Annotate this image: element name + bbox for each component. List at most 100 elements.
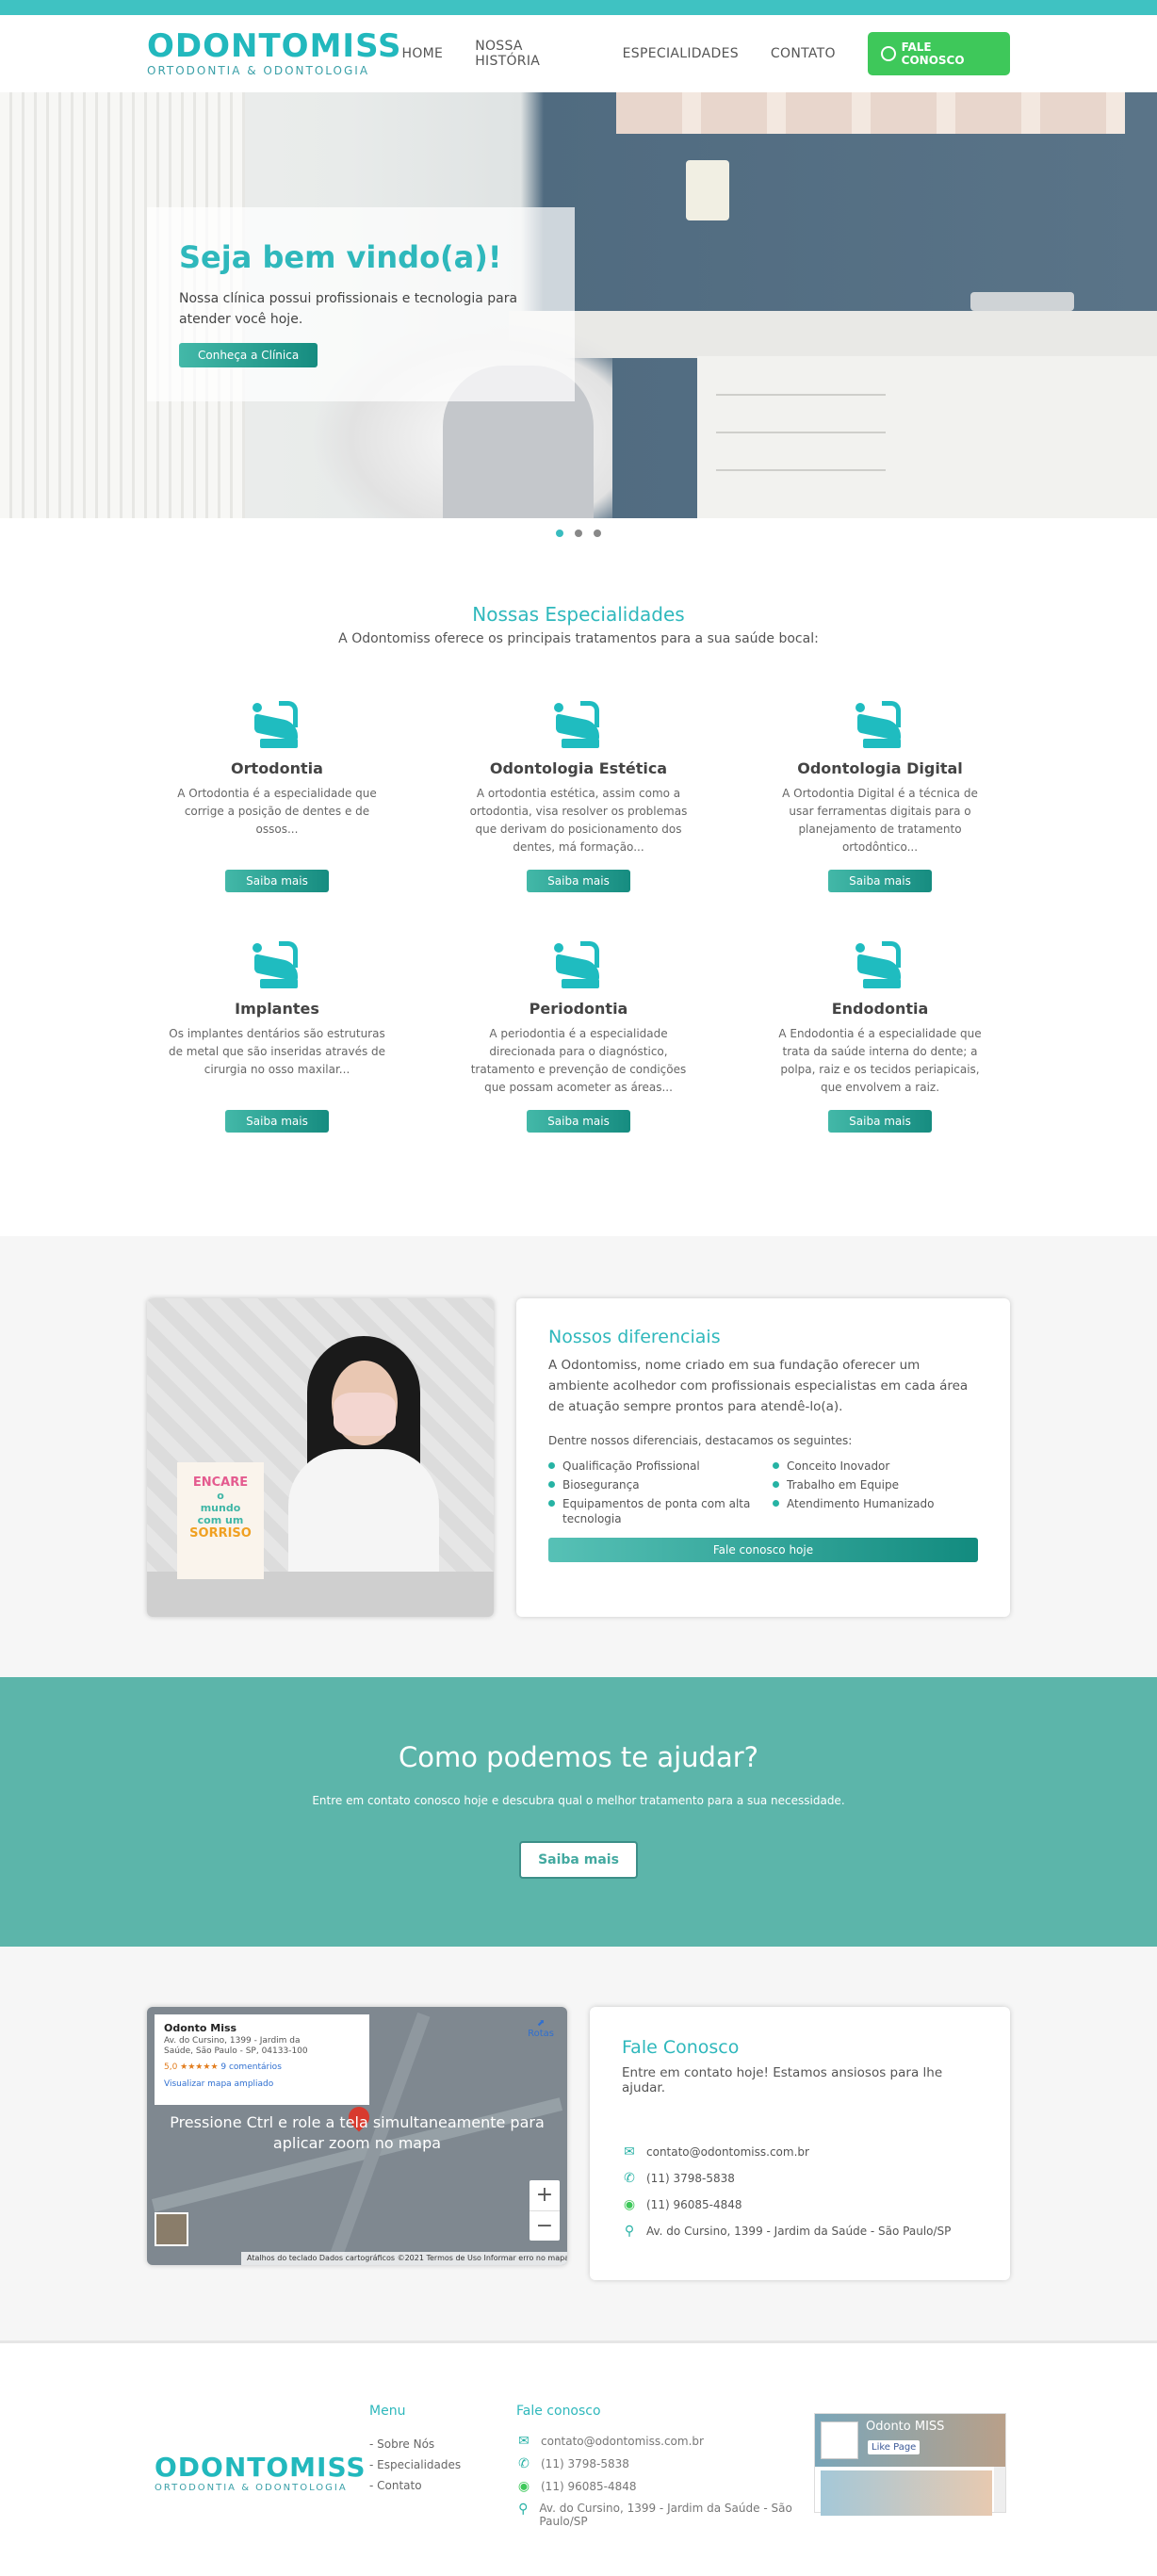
specialty-text: Os implantes dentários são estruturas de…: [168, 1027, 386, 1076]
hero-button[interactable]: Conheça a Clínica: [179, 343, 318, 367]
map-attribution: Atalhos do teclado Dados cartográficos ©…: [241, 2252, 567, 2265]
contact-phone[interactable]: ✆ (11) 3798-5838: [622, 2171, 978, 2186]
dental-chair-icon: [854, 939, 906, 992]
differentials-title: Nossos diferenciais: [548, 1327, 721, 1347]
specialty-title: Odontologia Estética: [489, 759, 668, 777]
facebook-like-button[interactable]: Like Page: [868, 2440, 921, 2454]
specialty-more-button[interactable]: Saiba mais: [527, 1110, 630, 1133]
contact-card: Fale Conosco Entre em contato hoje! Esta…: [590, 2007, 1010, 2280]
footer-whatsapp[interactable]: ◉ (11) 96085-4848: [516, 2479, 814, 2494]
map-place-name: Odonto Miss: [164, 2022, 237, 2034]
facebook-widget-scrollbar[interactable]: [994, 2467, 1005, 2512]
specialty-title: Odontologia Digital: [797, 759, 963, 777]
specialty-card: Ortodontia A Ortodontia é a especialidad…: [136, 699, 418, 892]
slider-dot[interactable]: [556, 530, 563, 537]
dental-chair-icon: [251, 699, 303, 752]
footer-address-text: Av. do Cursino, 1399 - Jardim da Saúde -…: [539, 2502, 792, 2528]
hero-text: Nossa clínica possui profissionais e tec…: [179, 291, 518, 327]
list-item-label: Conceito Inovador: [787, 1459, 890, 1473]
specialty-text: A Endodontia é a especialidade que trata…: [778, 1027, 982, 1094]
specialty-text: A Ortodontia Digital é a técnica de usar…: [782, 787, 978, 854]
map-zoom-hint: Pressione Ctrl e role a tela simultaneam…: [170, 2113, 545, 2152]
slider-dot[interactable]: [575, 530, 582, 537]
footer-link-about[interactable]: - Sobre Nós: [369, 2434, 516, 2454]
whatsapp-icon: [880, 46, 896, 61]
specialty-more-button[interactable]: Saiba mais: [225, 1110, 329, 1133]
specialties-section: Nossas Especialidades A Odontomiss ofere…: [0, 537, 1157, 1236]
bullet-icon: [548, 1500, 555, 1507]
zoom-in-button[interactable]: +: [530, 2180, 560, 2210]
specialties-title: Nossas Especialidades: [472, 603, 685, 626]
logo-tagline: ORTODONTIA & ODONTOLOGIA: [147, 64, 370, 77]
dental-chair-icon: [251, 939, 303, 992]
whatsapp-cta-button[interactable]: FALE CONOSCO: [867, 32, 1010, 75]
map-rating: 5,0 ★★★★★ 9 comentários: [164, 2062, 360, 2072]
contact-title: Fale Conosco: [622, 2037, 740, 2058]
photo-sign-line: o: [217, 1490, 224, 1502]
google-map[interactable]: Odonto Miss Av. do Cursino, 1399 - Jardi…: [147, 2007, 567, 2265]
specialties-subtitle: A Odontomiss oferece os principais trata…: [338, 631, 819, 646]
footer-address: ⚲ Av. do Cursino, 1399 - Jardim da Saúde …: [516, 2502, 814, 2528]
hero-title: Seja bem vindo(a)!: [179, 239, 502, 275]
map-zoom-controls: + −: [530, 2180, 560, 2241]
logo[interactable]: ODONTOMISS ORTODONTIA & ODONTOLOGIA: [147, 30, 402, 77]
help-more-button[interactable]: Saiba mais: [519, 1841, 638, 1879]
dental-chair-icon: [552, 699, 605, 752]
nav-home[interactable]: HOME: [402, 46, 444, 61]
slider-dot[interactable]: [594, 530, 601, 537]
specialty-more-button[interactable]: Saiba mais: [828, 1110, 932, 1133]
nav-contact[interactable]: CONTATO: [771, 46, 836, 61]
contact-email[interactable]: ✉ contato@odontomiss.com.br: [622, 2144, 978, 2160]
facebook-page-name[interactable]: Odonto MISS: [866, 2420, 944, 2434]
map-directions-label: Rotas: [528, 2029, 554, 2039]
hero-caption: Seja bem vindo(a)! Nossa clínica possui …: [147, 207, 575, 401]
map-satellite-toggle[interactable]: [155, 2212, 188, 2246]
top-accent-bar: [0, 0, 1157, 15]
map-place-address: Av. do Cursino, 1399 - Jardim da Saúde, …: [164, 2036, 308, 2056]
specialty-text: A Ortodontia é a especialidade que corri…: [177, 787, 377, 836]
slider-dots: [0, 530, 1157, 537]
footer-whatsapp-text: (11) 96085-4848: [541, 2480, 637, 2493]
list-item: Qualificação Profissional: [548, 1459, 754, 1474]
list-item: Atendimento Humanizado: [773, 1496, 978, 1526]
hero-image-sink: [970, 292, 1074, 311]
zoom-out-button[interactable]: −: [530, 2210, 560, 2241]
map-view-larger-link[interactable]: Visualizar mapa ampliado: [164, 2079, 360, 2089]
specialty-card: Odontologia Digital A Ortodontia Digital…: [739, 699, 1021, 892]
specialty-more-button[interactable]: Saiba mais: [828, 870, 932, 892]
footer-phone[interactable]: ✆ (11) 3798-5838: [516, 2456, 814, 2471]
specialty-card: Periodontia A periodontia é a especialid…: [437, 939, 720, 1133]
photo-sign-line: SORRISO: [189, 1526, 252, 1541]
photo-sign: ENCARE o mundo com um SORRISO: [177, 1462, 264, 1579]
list-item: Biosegurança: [548, 1477, 754, 1492]
specialty-more-button[interactable]: Saiba mais: [225, 870, 329, 892]
bullet-icon: [773, 1481, 779, 1488]
facebook-page-widget[interactable]: Odonto MISS Like Page: [814, 2413, 1006, 2516]
help-title: Como podemos te ajudar?: [398, 1741, 759, 1773]
map-reviews-link[interactable]: 9 comentários: [220, 2062, 282, 2072]
footer-link-contact[interactable]: - Contato: [369, 2475, 516, 2496]
footer-link-specialties[interactable]: - Especialidades: [369, 2454, 516, 2475]
facebook-cover-photo: [821, 2470, 992, 2516]
nav-specialties[interactable]: ESPECIALIDADES: [623, 46, 739, 61]
list-item-label: Atendimento Humanizado: [787, 1497, 935, 1510]
photo-coat: [288, 1449, 439, 1590]
footer-email[interactable]: ✉ contato@odontomiss.com.br: [516, 2434, 814, 2449]
specialty-title: Ortodontia: [231, 759, 323, 777]
map-directions-button[interactable]: ⬈ Rotas: [528, 2018, 554, 2039]
contact-lead: Entre em contato hoje! Estamos ansiosos …: [622, 2065, 943, 2095]
footer-menu-title: Menu: [369, 2404, 406, 2419]
hero-image-drawer: [716, 469, 886, 471]
nav-history[interactable]: NOSSA HISTÓRIA: [475, 39, 590, 69]
contact-us-today-button[interactable]: Fale conosco hoje: [548, 1538, 978, 1562]
specialty-more-button[interactable]: Saiba mais: [527, 870, 630, 892]
contact-section: Odonto Miss Av. do Cursino, 1399 - Jardi…: [0, 1947, 1157, 2340]
contact-whatsapp[interactable]: ◉ (11) 96085-4848: [622, 2197, 978, 2212]
footer-logo[interactable]: ODONTOMISS ORTODONTIA & ODONTOLOGIA: [155, 2404, 369, 2535]
dentist-photo: ENCARE o mundo com um SORRISO: [147, 1298, 494, 1617]
differentials-list: Qualificação Profissional Conceito Inova…: [548, 1459, 978, 1526]
photo-sign-line: mundo: [200, 1502, 241, 1514]
help-banner: Como podemos te ajudar? Entre em contato…: [0, 1677, 1157, 1947]
whatsapp-icon: ◉: [517, 2479, 530, 2494]
differentials-intro: Dentre nossos diferenciais, destacamos o…: [548, 1434, 853, 1447]
